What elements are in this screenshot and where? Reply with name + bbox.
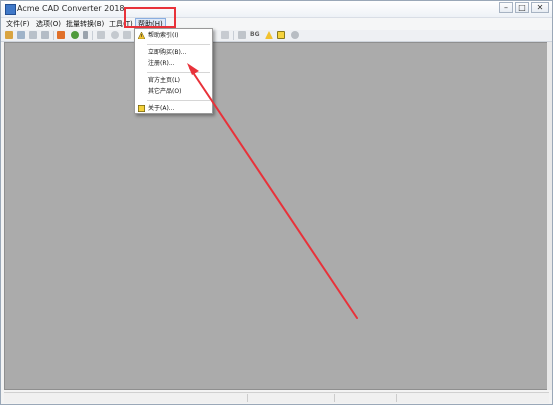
status-divider — [396, 394, 397, 402]
window-title: Acme CAD Converter 2018 — [17, 4, 125, 13]
menu-bar: 文件(F) 选项(O) 批量转换(B) 工具(T) 帮助(H) — [1, 18, 552, 30]
minimize-button[interactable]: – — [499, 2, 513, 13]
maximize-button[interactable]: □ — [515, 2, 529, 13]
app-logo-icon — [5, 4, 16, 15]
status-divider — [247, 394, 248, 402]
convert-icon[interactable] — [57, 31, 65, 39]
print-icon[interactable] — [97, 31, 105, 39]
menu-item-register[interactable]: 注册(R)... — [135, 58, 212, 69]
menu-file[interactable]: 文件(F) — [4, 18, 32, 30]
warning-icon — [138, 32, 145, 39]
window-controls: – □ ✕ — [499, 2, 549, 13]
menu-batch-convert[interactable]: 批量转换(B) — [64, 18, 106, 30]
menu-options[interactable]: 选项(O) — [34, 18, 63, 30]
toolbar-separator — [233, 31, 234, 40]
copy-icon[interactable] — [29, 31, 37, 39]
help-dropdown-menu: 帮助索引(I) 立即购买(B)... 注册(R)... 官方主页(L) 其它产品… — [134, 28, 213, 114]
bg-label[interactable]: BG — [250, 30, 260, 40]
status-divider — [334, 394, 335, 402]
globe-icon[interactable] — [71, 31, 79, 39]
help-icon[interactable] — [291, 31, 299, 39]
zoom-window-icon[interactable] — [123, 31, 131, 39]
title-bar: Acme CAD Converter 2018 – □ ✕ — [1, 1, 552, 18]
menu-item-label: 官方主页(L) — [148, 77, 181, 84]
info-icon[interactable] — [277, 31, 285, 39]
chevron-down-icon[interactable] — [83, 31, 88, 39]
export-icon[interactable] — [41, 31, 49, 39]
open-folder-icon[interactable] — [5, 31, 13, 39]
menu-item-other-products[interactable]: 其它产品(O) — [135, 86, 212, 97]
menu-item-label: 帮助索引(I) — [148, 32, 179, 39]
close-button[interactable]: ✕ — [531, 2, 549, 13]
toolbar-separator — [92, 31, 93, 40]
vertical-scrollbar[interactable] — [547, 42, 552, 390]
info-icon — [138, 105, 145, 112]
menu-item-label: 其它产品(O) — [148, 88, 182, 95]
menu-item-buy-now[interactable]: 立即购买(B)... — [135, 47, 212, 58]
toolbar: BG — [1, 30, 552, 42]
menu-item-label: 关于(A)... — [148, 105, 175, 112]
save-icon[interactable] — [17, 31, 25, 39]
menu-item-label: 注册(R)... — [148, 60, 175, 67]
warning-icon[interactable] — [265, 31, 273, 39]
menu-separator — [147, 100, 210, 101]
menu-item-homepage[interactable]: 官方主页(L) — [135, 75, 212, 86]
zoom-icon[interactable] — [111, 31, 119, 39]
menu-item-label: 立即购买(B)... — [148, 49, 187, 56]
app-window: Acme CAD Converter 2018 – □ ✕ 文件(F) 选项(O… — [0, 0, 553, 405]
drawing-canvas[interactable] — [4, 42, 549, 390]
menu-separator — [147, 72, 210, 73]
menu-item-about[interactable]: 关于(A)... — [135, 103, 212, 114]
annotation-highlight-box — [124, 7, 176, 28]
layer-icon[interactable] — [221, 31, 229, 39]
background-icon[interactable] — [238, 31, 246, 39]
toolbar-separator — [53, 31, 54, 40]
menu-item-help-index[interactable]: 帮助索引(I) — [135, 30, 212, 41]
menu-separator — [147, 44, 210, 45]
status-bar — [4, 392, 549, 403]
